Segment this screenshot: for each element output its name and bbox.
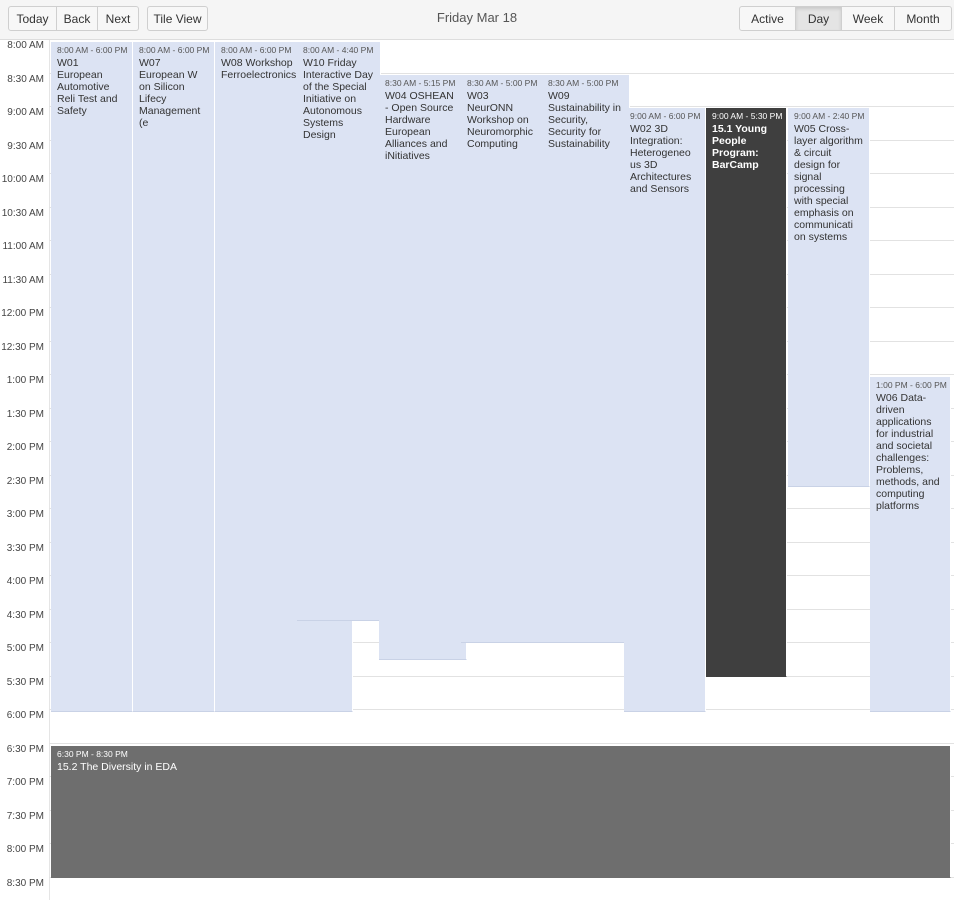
- event-title: W04 OSHEAN - Open Source Hardware Europe…: [385, 90, 454, 162]
- time-label: 2:00 PM: [6, 442, 44, 453]
- event-title: W10 Friday Interactive Day of the Specia…: [303, 57, 374, 141]
- time-label: 8:00 AM: [7, 40, 44, 51]
- time-label: 4:00 PM: [6, 576, 44, 587]
- today-button[interactable]: Today: [8, 6, 57, 31]
- time-label: 1:30 PM: [6, 408, 44, 420]
- event-time: 1:00 PM - 6:00 PM: [876, 380, 947, 390]
- view-month-button[interactable]: Month: [895, 6, 952, 31]
- time-label: 7:30 PM: [6, 810, 44, 822]
- event-time: 8:00 AM - 6:00 PM: [57, 45, 128, 55]
- event-w03[interactable]: 8:30 AM - 5:00 PM W03 NeurONN Workshop o…: [461, 75, 543, 643]
- time-label: 7:00 PM: [6, 777, 44, 788]
- event-title: W01 European Automotive Reli Test and Sa…: [57, 57, 118, 117]
- time-label: 11:00 AM: [2, 241, 44, 252]
- time-label: 5:00 PM: [6, 643, 44, 654]
- time-label: 12:00 PM: [1, 308, 44, 319]
- event-time: 8:00 AM - 4:40 PM: [303, 45, 374, 55]
- event-time: 6:30 PM - 8:30 PM: [57, 749, 128, 759]
- event-time: 9:00 AM - 6:00 PM: [630, 111, 701, 121]
- event-w01[interactable]: 8:00 AM - 6:00 PM W01 European Automotiv…: [51, 42, 133, 712]
- time-label: 8:00 PM: [6, 844, 44, 855]
- event-w02[interactable]: 9:00 AM - 6:00 PM W02 3D Integration: He…: [624, 108, 706, 712]
- view-day-button[interactable]: Day: [796, 6, 842, 31]
- view-week-button[interactable]: Week: [842, 6, 895, 31]
- event-time: 9:00 AM - 2:40 PM: [794, 111, 865, 121]
- time-label: 10:00 AM: [1, 174, 44, 185]
- time-label: 2:30 PM: [6, 475, 44, 487]
- event-w09[interactable]: 8:30 AM - 5:00 PM W09 Sustainability in …: [542, 75, 630, 643]
- event-w05[interactable]: 9:00 AM - 2:40 PM W05 Cross-layer algori…: [788, 108, 870, 487]
- event-w07[interactable]: 8:00 AM - 6:00 PM W07 European W on Sili…: [133, 42, 215, 712]
- event-time: 8:30 AM - 5:15 PM: [385, 78, 456, 88]
- time-label: 12:30 PM: [1, 341, 44, 353]
- event-title: W03 NeurONN Workshop on Neuromorphic Com…: [467, 90, 533, 150]
- view-active-button[interactable]: Active: [739, 6, 796, 31]
- time-label: 5:30 PM: [6, 676, 44, 688]
- event-time: 8:30 AM - 5:00 PM: [548, 78, 619, 88]
- event-title: W06 Data-driven applications for industr…: [876, 392, 940, 512]
- time-slot-line: [49, 743, 954, 744]
- event-title: W05 Cross-layer algorithm & circuit desi…: [794, 123, 863, 243]
- time-label: 3:00 PM: [6, 509, 44, 520]
- time-label: 4:30 PM: [6, 609, 44, 621]
- next-button[interactable]: Next: [98, 6, 139, 31]
- day-time-grid: 8:00 AM 8:30 AM 9:00 AM 9:30 AM 10:00 AM 10:3…: [0, 40, 954, 900]
- event-w04[interactable]: 8:30 AM - 5:15 PM W04 OSHEAN - Open Sour…: [379, 75, 467, 660]
- event-title: 15.2 The Diversity in EDA: [57, 761, 178, 773]
- time-label: 6:30 PM: [6, 743, 44, 755]
- event-title: W02 3D Integration: Heterogeneo us 3D Ar…: [630, 123, 692, 195]
- time-label: 11:30 AM: [2, 274, 44, 286]
- event-w06[interactable]: 1:00 PM - 6:00 PM W06 Data-driven applic…: [870, 377, 951, 712]
- back-button[interactable]: Back: [57, 6, 98, 31]
- event-title: W07 European W on Silicon Lifecy Managem…: [139, 57, 201, 129]
- event-young-people[interactable]: 9:00 AM - 5:30 PM 15.1 Young People Prog…: [706, 108, 787, 677]
- time-label: 8:30 PM: [6, 877, 44, 889]
- event-time: 8:30 AM - 5:00 PM: [467, 78, 538, 88]
- calendar-toolbar: Today Back Next Tile View Friday Mar 18 …: [0, 0, 954, 40]
- event-time: 9:00 AM - 5:30 PM: [712, 111, 783, 121]
- time-label: 9:30 AM: [7, 140, 44, 152]
- time-label: 8:30 AM: [7, 73, 44, 85]
- time-label: 1:00 PM: [6, 375, 44, 386]
- event-title: W09 Sustainability in Security, Security…: [548, 90, 621, 150]
- event-diversity-eda[interactable]: 6:30 PM - 8:30 PM 15.2 The Diversity in …: [51, 746, 951, 878]
- time-label: 9:00 AM: [7, 107, 44, 118]
- event-time: 8:00 AM - 6:00 PM: [139, 45, 210, 55]
- event-w10[interactable]: 8:00 AM - 4:40 PM W10 Friday Interactive…: [297, 42, 381, 621]
- time-gutter-divider: [49, 40, 50, 900]
- event-title: 15.1 Young People Program: BarCamp: [712, 123, 768, 171]
- tile-view-button[interactable]: Tile View: [147, 6, 208, 31]
- time-label: 3:30 PM: [6, 542, 44, 554]
- time-label: 10:30 AM: [1, 207, 44, 219]
- time-label: 6:00 PM: [6, 710, 44, 721]
